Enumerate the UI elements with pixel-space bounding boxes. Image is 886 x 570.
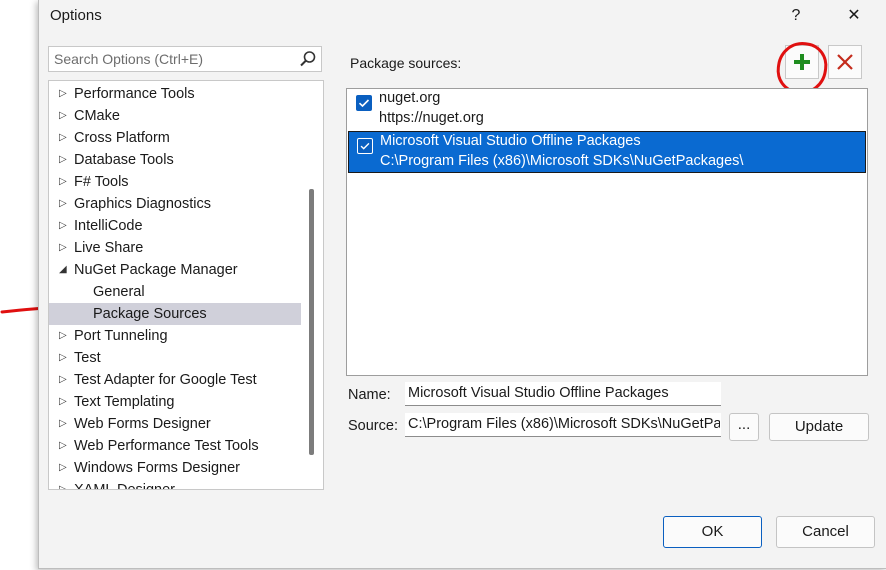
expand-arrow-icon[interactable]: ▷: [59, 237, 67, 259]
expand-arrow-icon[interactable]: ▷: [59, 479, 67, 489]
collapse-arrow-icon[interactable]: ◢: [59, 259, 67, 281]
search-icon[interactable]: [298, 49, 318, 69]
expand-arrow-icon[interactable]: ▷: [59, 149, 67, 171]
title-bar: Options ? ✕: [39, 0, 886, 32]
expand-arrow-icon[interactable]: ▷: [59, 457, 67, 479]
ok-button[interactable]: OK: [663, 516, 762, 548]
source-url: https://nuget.org: [379, 110, 484, 126]
expand-arrow-icon[interactable]: ▷: [59, 413, 67, 435]
update-button[interactable]: Update: [769, 413, 869, 441]
expand-arrow-icon[interactable]: ▷: [59, 325, 67, 347]
expand-arrow-icon[interactable]: ▷: [59, 83, 67, 105]
source-label: Source:: [348, 418, 398, 434]
name-label: Name:: [348, 387, 391, 403]
tree-item-live-share[interactable]: ▷ Live Share: [49, 237, 301, 259]
options-dialog: Options ? ✕ Search Options (Ctrl+E) ▷ Per…: [38, 0, 886, 569]
tree-item-general[interactable]: General: [49, 281, 301, 303]
source-name: nuget.org: [379, 90, 441, 106]
expand-arrow-icon[interactable]: ▷: [59, 105, 67, 127]
source-name: Microsoft Visual Studio Offline Packages: [380, 133, 641, 149]
check-icon: [360, 142, 370, 150]
source-row-offline-packages[interactable]: Microsoft Visual Studio Offline Packages…: [348, 131, 866, 173]
x-icon: [837, 54, 853, 70]
tree-item-web-forms-designer[interactable]: ▷ Web Forms Designer: [49, 413, 301, 435]
source-url: C:\Program Files (x86)\Microsoft SDKs\Nu…: [380, 153, 744, 169]
expand-arrow-icon[interactable]: ▷: [59, 193, 67, 215]
expand-arrow-icon[interactable]: ▷: [59, 171, 67, 193]
tree-item-database-tools[interactable]: ▷ Database Tools: [49, 149, 301, 171]
expand-arrow-icon[interactable]: ▷: [59, 215, 67, 237]
package-sources-label: Package sources:: [350, 55, 462, 71]
expand-arrow-icon[interactable]: ▷: [59, 369, 67, 391]
tree-item-xaml-designer[interactable]: ▷ XAML Designer: [49, 479, 301, 489]
expand-arrow-icon[interactable]: ▷: [59, 391, 67, 413]
expand-arrow-icon[interactable]: ▷: [59, 347, 67, 369]
search-input[interactable]: Search Options (Ctrl+E): [48, 46, 322, 72]
tree-item-package-sources[interactable]: Package Sources: [49, 303, 301, 325]
tree-item-performance-tools[interactable]: ▷ Performance Tools: [49, 83, 301, 105]
package-sources-list: nuget.org https://nuget.org Microsoft Vi…: [346, 88, 868, 376]
enabled-checkbox[interactable]: [357, 138, 373, 154]
enabled-checkbox[interactable]: [356, 95, 372, 111]
expand-arrow-icon[interactable]: ▷: [59, 435, 67, 457]
browse-button[interactable]: ...: [729, 413, 759, 441]
tree-item-test[interactable]: ▷ Test: [49, 347, 301, 369]
tree-item-graphics-diagnostics[interactable]: ▷ Graphics Diagnostics: [49, 193, 301, 215]
source-row-nuget[interactable]: nuget.org https://nuget.org: [348, 89, 866, 131]
remove-source-button[interactable]: [828, 45, 862, 79]
tree-item-web-performance-test-tools[interactable]: ▷ Web Performance Test Tools: [49, 435, 301, 457]
search-placeholder: Search Options (Ctrl+E): [54, 51, 203, 67]
tree-item-cmake[interactable]: ▷ CMake: [49, 105, 301, 127]
tree-item-text-templating[interactable]: ▷ Text Templating: [49, 391, 301, 413]
tree-scrollbar[interactable]: [309, 189, 314, 455]
tree-item-test-adapter-google-test[interactable]: ▷ Test Adapter for Google Test: [49, 369, 301, 391]
tree-item-intellicode[interactable]: ▷ IntelliCode: [49, 215, 301, 237]
expand-arrow-icon[interactable]: ▷: [59, 127, 67, 149]
tree-item-port-tunneling[interactable]: ▷ Port Tunneling: [49, 325, 301, 347]
help-button[interactable]: ?: [781, 4, 811, 28]
tree-item-nuget-package-manager[interactable]: ◢ NuGet Package Manager: [49, 259, 301, 281]
tree-item-cross-platform[interactable]: ▷ Cross Platform: [49, 127, 301, 149]
name-field[interactable]: Microsoft Visual Studio Offline Packages: [405, 382, 721, 406]
cancel-button[interactable]: Cancel: [776, 516, 875, 548]
close-button[interactable]: ✕: [839, 4, 869, 28]
options-tree: ▷ Performance Tools ▷ CMake ▷ Cross Platfor…: [48, 80, 324, 490]
tree-item-windows-forms-designer[interactable]: ▷ Windows Forms Designer: [49, 457, 301, 479]
tree-item-fsharp-tools[interactable]: ▷ F# Tools: [49, 171, 301, 193]
check-icon: [358, 99, 370, 108]
window-title: Options: [50, 7, 102, 24]
source-field[interactable]: C:\Program Files (x86)\Microsoft SDKs\Nu…: [405, 413, 721, 437]
